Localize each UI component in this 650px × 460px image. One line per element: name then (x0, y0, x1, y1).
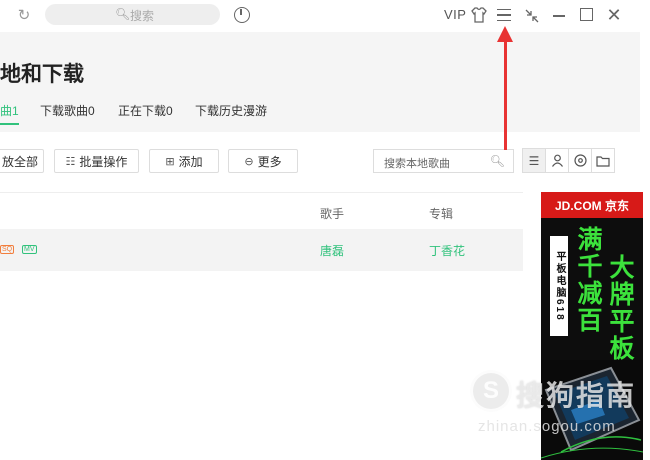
watermark-url: zhinan.sogou.com (478, 418, 616, 435)
album-view-icon[interactable] (568, 148, 592, 173)
column-header-artist: 歌手 (320, 207, 345, 221)
mv-badge[interactable]: MV (22, 245, 37, 254)
local-search-input[interactable]: 搜索本地歌曲 🔍︎ (373, 149, 514, 173)
tab-downloaded-songs[interactable]: 下载歌曲0 (40, 103, 95, 127)
more-button[interactable]: ⊖ 更多 (228, 149, 298, 173)
play-all-button[interactable]: 放全部 (0, 149, 44, 173)
more-label: 更多 (257, 154, 282, 169)
page-header (0, 32, 640, 132)
minimize-icon[interactable] (553, 15, 565, 17)
table-row[interactable]: SQ MV 唐磊 丁香花 (0, 229, 523, 271)
add-button[interactable]: ⊞ 添加 (149, 149, 219, 173)
view-switcher: ☰ (522, 148, 619, 173)
maximize-icon[interactable] (580, 8, 593, 21)
ad-headline-2: 大牌平板 (606, 254, 634, 362)
batch-operation-button[interactable]: ☷ 批量操作 (54, 149, 139, 173)
plus-box-icon: ⊞ (165, 155, 175, 168)
list-view-icon[interactable]: ☰ (522, 148, 546, 173)
global-search-placeholder: 搜索 (130, 9, 155, 23)
sogou-logo (470, 370, 512, 412)
search-icon: 🔍︎ (115, 7, 131, 21)
jd-logo: JD.COM 京东 (541, 192, 643, 218)
refresh-icon[interactable]: ↻ (14, 6, 34, 26)
folder-view-icon[interactable] (591, 148, 615, 173)
shirt-icon[interactable] (470, 6, 488, 24)
global-search-input[interactable]: 🔍︎ 搜索 (45, 4, 220, 25)
list-check-icon: ☷ (65, 155, 76, 168)
annotation-arrow-line (504, 38, 507, 150)
ad-vertical-label: 平板电脑618 (550, 236, 568, 336)
add-label: 添加 (178, 154, 203, 169)
tab-download-history[interactable]: 下载历史漫游 (195, 103, 267, 127)
watermark-text: 搜狗指南 (516, 380, 637, 411)
table-divider (0, 192, 523, 193)
play-all-label: 放全部 (1, 154, 38, 169)
more-circle-icon: ⊖ (244, 155, 254, 168)
menu-icon[interactable] (497, 9, 511, 21)
row-artist-link[interactable]: 唐磊 (320, 242, 344, 259)
tab-downloading[interactable]: 正在下载0 (118, 103, 173, 127)
artist-view-icon[interactable] (545, 148, 569, 173)
shrink-icon[interactable] (523, 7, 541, 25)
column-header-album: 专辑 (429, 207, 454, 221)
search-icon: 🔍︎ (489, 154, 505, 168)
sq-badge: SQ (0, 245, 15, 254)
row-album-link[interactable]: 丁香花 (429, 242, 465, 259)
tab-local-songs[interactable]: 曲1 (0, 103, 19, 127)
close-icon[interactable]: ✕ (605, 5, 623, 25)
ad-headline-1: 满千减百 (574, 226, 602, 334)
vip-button[interactable]: VIP (444, 7, 466, 22)
title-bar: ↻ 🔍︎ 搜索 VIP ✕ (0, 0, 650, 32)
batch-operation-label: 批量操作 (79, 154, 128, 169)
clock-icon[interactable] (234, 7, 250, 23)
local-search-placeholder: 搜索本地歌曲 (384, 158, 450, 170)
page-title: 地和下载 (0, 63, 84, 86)
